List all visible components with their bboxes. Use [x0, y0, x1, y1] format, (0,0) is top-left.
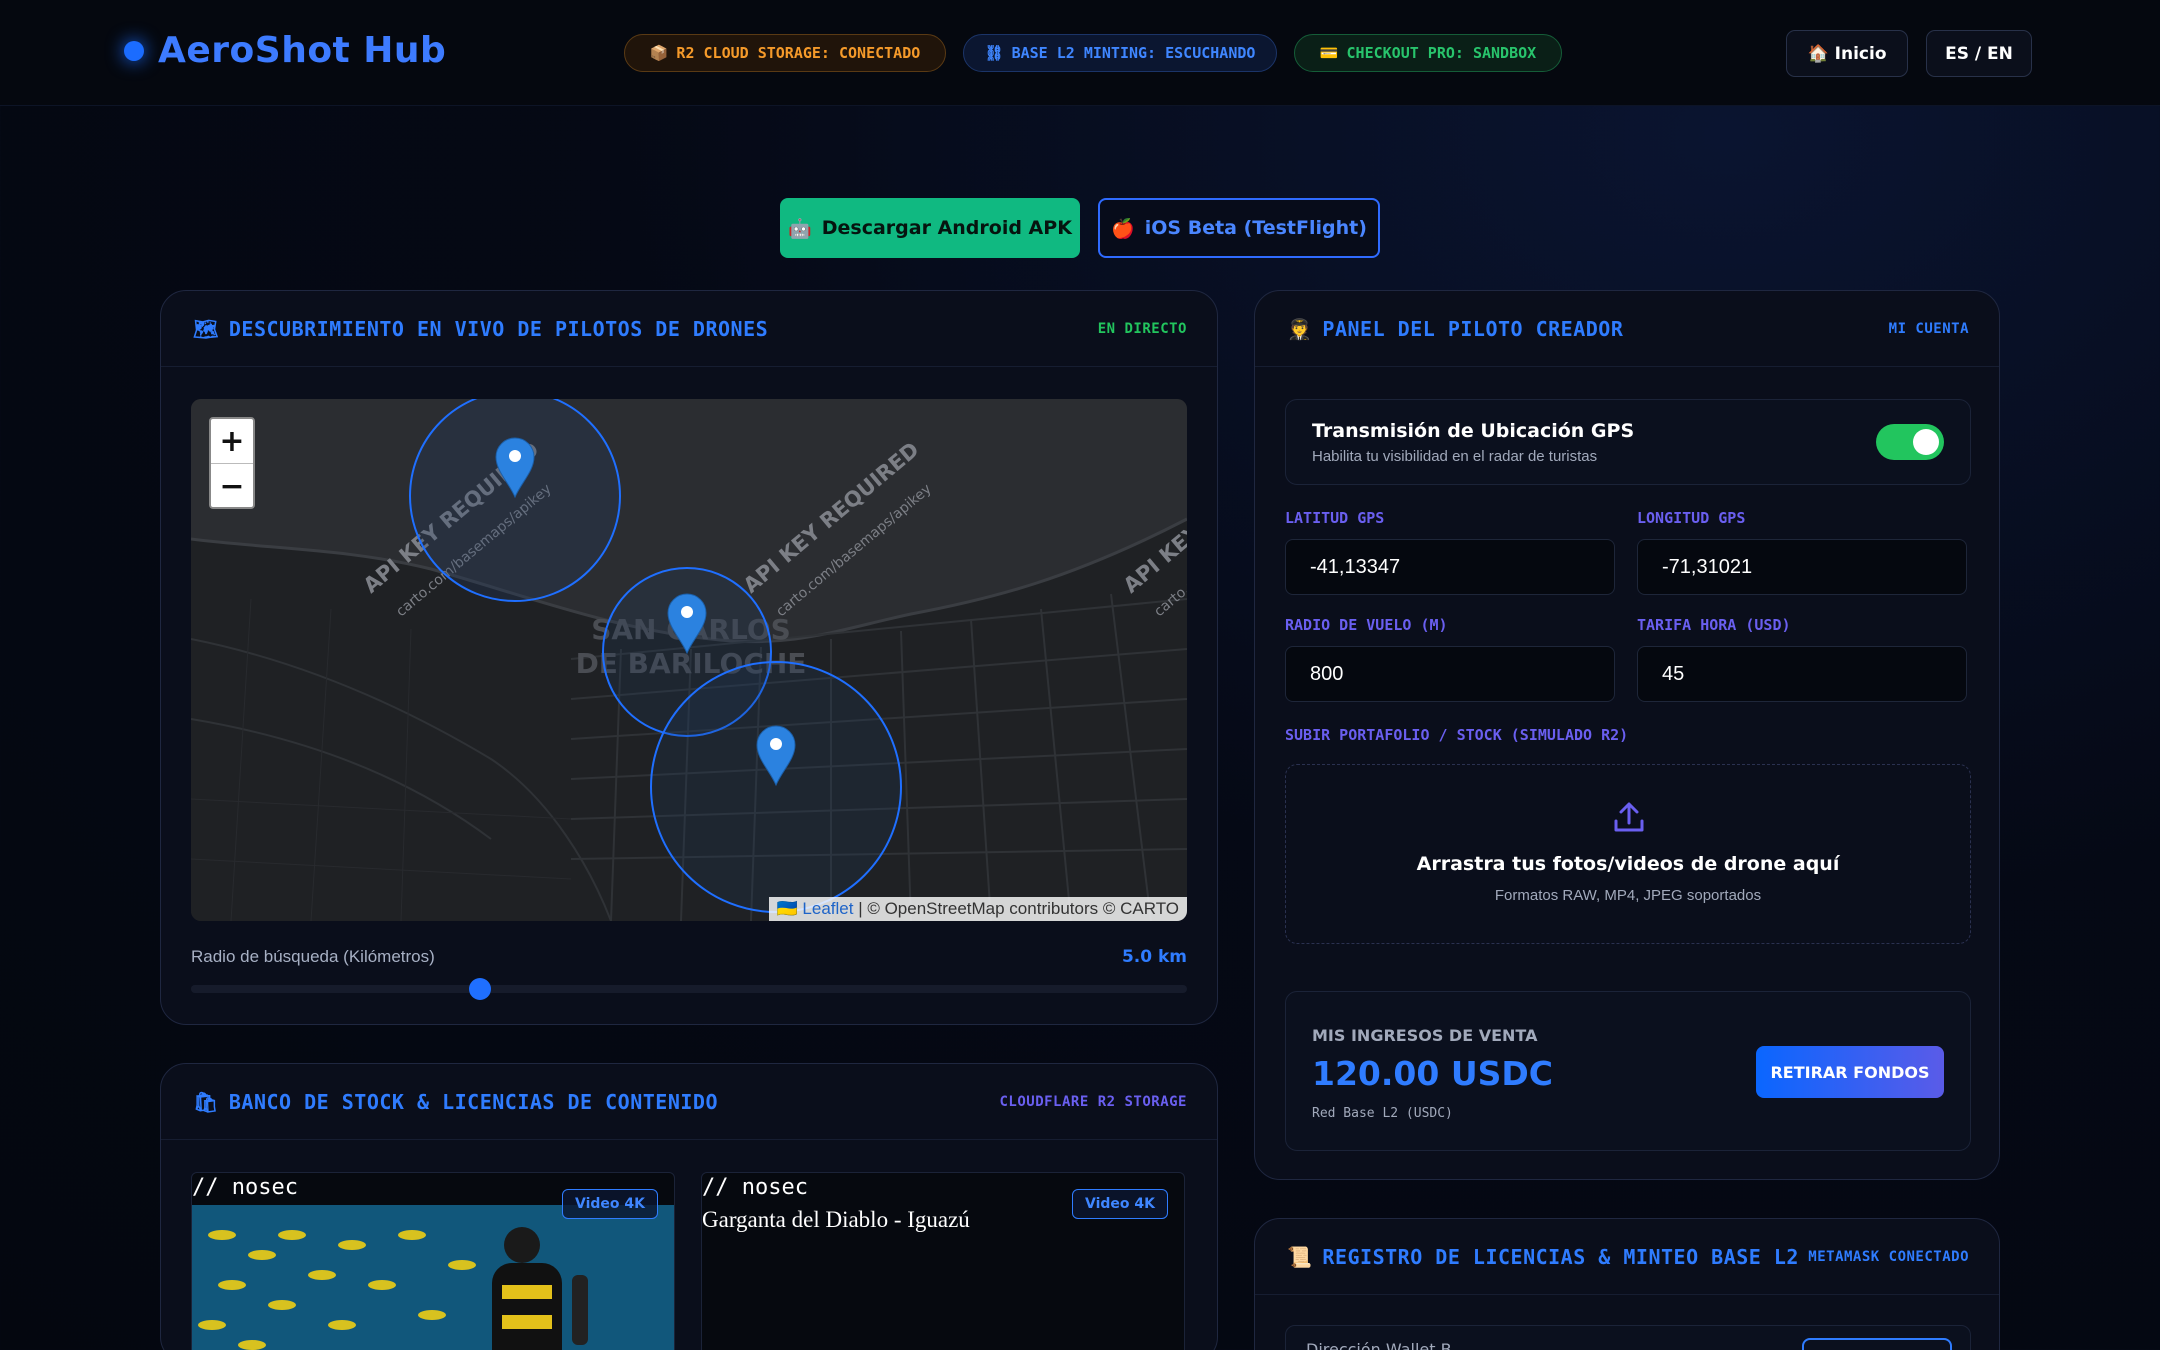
- home-button-label: Inicio: [1834, 43, 1887, 64]
- ios-beta-button[interactable]: 🍎 iOS Beta (TestFlight): [1098, 198, 1380, 258]
- panel-header: 🧑‍✈️ PANEL DEL PILOTO CREADOR MI CUENTA: [1255, 291, 1999, 367]
- stock-thumbnail: [192, 1205, 674, 1350]
- upload-subtitle: Formatos RAW, MP4, JPEG soportados: [1494, 887, 1762, 904]
- card-icon: 💳: [1319, 44, 1339, 62]
- income-value: 120.00 USDC: [1312, 1054, 1554, 1093]
- radius-slider[interactable]: [191, 978, 1187, 1000]
- pilot-panel: 🧑‍✈️ PANEL DEL PILOTO CREADOR MI CUENTA …: [1254, 290, 2000, 1180]
- radius-slider-fill: [191, 985, 480, 993]
- longitude-label: LONGITUD GPS: [1637, 509, 1746, 527]
- panel-title: 🛍 BANCO DE STOCK & LICENCIAS DE CONTENID…: [193, 1090, 718, 1114]
- status-pill-base-l2: ⛓ BASE L2 MINTING: ESCUCHANDO: [963, 34, 1277, 72]
- robot-icon: 🤖: [788, 217, 812, 240]
- panel-title: 🗺 DESCUBRIMIENTO EN VIVO DE PILOTOS DE D…: [193, 317, 768, 341]
- panel-title-text: BANCO DE STOCK & LICENCIAS DE CONTENIDO: [228, 1090, 718, 1114]
- panel-title-text: PANEL DEL PILOTO CREADOR: [1322, 317, 1624, 341]
- longitude-input[interactable]: -71,31021: [1637, 539, 1967, 595]
- radius-slider-value: 5.0 km: [1121, 947, 1187, 967]
- house-icon: 🏠: [1807, 43, 1829, 64]
- video-4k-badge: Video 4K: [1072, 1189, 1168, 1219]
- flight-radius-input[interactable]: 800: [1285, 646, 1615, 702]
- panel-title-text: REGISTRO DE LICENCIAS & MINTEO BASE L2: [1322, 1245, 1799, 1269]
- stock-code-label: // nosec: [192, 1175, 298, 1200]
- leaflet-link[interactable]: 🇺🇦 Leaflet: [777, 899, 854, 918]
- drone-discovery-panel: 🗺 DESCUBRIMIENTO EN VIVO DE PILOTOS DE D…: [160, 290, 1218, 1025]
- gps-subtitle: Habilita tu visibilidad en el radar de t…: [1312, 448, 1598, 465]
- registry-action-button[interactable]: [1802, 1338, 1952, 1350]
- radius-slider-label: Radio de búsqueda (Kilómetros): [191, 947, 435, 966]
- wallet-address-row: Dirección Wallet B...: [1285, 1325, 1971, 1350]
- upload-dropzone[interactable]: Arrastra tus fotos/videos de drone aquí …: [1285, 764, 1971, 944]
- latitude-input[interactable]: -41,13347: [1285, 539, 1615, 595]
- income-card: MIS INGRESOS DE VENTA 120.00 USDC Red Ba…: [1285, 991, 1971, 1151]
- apple-icon: 🍎: [1111, 217, 1135, 240]
- brand-title: AeroShot Hub: [158, 30, 447, 71]
- stock-code-label: // nosec: [702, 1175, 808, 1200]
- latitude-label: LATITUD GPS: [1285, 509, 1385, 527]
- income-network: Red Base L2 (USDC): [1312, 1106, 1453, 1121]
- download-android-button[interactable]: 🤖 Descargar Android APK: [780, 198, 1080, 258]
- panel-header: 🗺 DESCUBRIMIENTO EN VIVO DE PILOTOS DE D…: [161, 291, 1217, 367]
- stock-bank-panel: 🛍 BANCO DE STOCK & LICENCIAS DE CONTENID…: [160, 1063, 1218, 1350]
- map-icon: 🗺: [193, 317, 219, 341]
- home-button[interactable]: 🏠 Inicio: [1786, 30, 1908, 77]
- package-icon: 📦: [649, 44, 669, 62]
- panel-title: 🧑‍✈️ PANEL DEL PILOTO CREADOR: [1287, 317, 1623, 341]
- chain-icon: ⛓: [984, 44, 1004, 62]
- video-4k-badge: Video 4K: [562, 1189, 658, 1219]
- upload-label: SUBIR PORTAFOLIO / STOCK (SIMULADO R2): [1285, 726, 1629, 744]
- panel-title: 📜 REGISTRO DE LICENCIAS & MINTEO BASE L2: [1287, 1245, 1799, 1269]
- panel-header: 📜 REGISTRO DE LICENCIAS & MINTEO BASE L2…: [1255, 1219, 1999, 1295]
- toggle-knob: [1913, 429, 1939, 455]
- radius-slider-thumb[interactable]: [469, 978, 491, 1000]
- withdraw-funds-button[interactable]: RETIRAR FONDOS: [1756, 1046, 1944, 1098]
- panel-title-text: DESCUBRIMIENTO EN VIVO DE PILOTOS DE DRO…: [228, 317, 769, 341]
- broken-image-alt: Garganta del Diablo - Iguazú: [702, 1207, 970, 1232]
- zoom-in-button[interactable]: +: [211, 419, 253, 464]
- my-account-link[interactable]: MI CUENTA: [1889, 321, 1969, 337]
- language-toggle-button[interactable]: ES / EN: [1926, 30, 2032, 77]
- hourly-rate-input[interactable]: 45: [1637, 646, 1967, 702]
- ios-beta-label: iOS Beta (TestFlight): [1144, 217, 1367, 239]
- storage-badge: CLOUDFLARE R2 STORAGE: [999, 1094, 1187, 1110]
- zoom-out-button[interactable]: −: [211, 464, 253, 509]
- map-attribution: 🇺🇦 Leaflet | © OpenStreetMap contributor…: [768, 897, 1187, 921]
- stock-item[interactable]: // nosec Garganta del Diablo - Iguazú Vi…: [701, 1172, 1185, 1350]
- top-navbar: AeroShot Hub 📦 R2 CLOUD STORAGE: CONECTA…: [0, 0, 2160, 106]
- brand[interactable]: AeroShot Hub: [124, 30, 446, 71]
- status-pill-label: BASE L2 MINTING: ESCUCHANDO: [1011, 44, 1256, 62]
- income-label: MIS INGRESOS DE VENTA: [1312, 1026, 1538, 1045]
- stock-item[interactable]: // nosec Video 4K: [191, 1172, 675, 1350]
- upload-icon: [1614, 802, 1644, 832]
- live-badge: EN DIRECTO: [1097, 321, 1187, 337]
- gps-toggle[interactable]: [1876, 424, 1944, 460]
- hourly-rate-label: TARIFA HORA (USD): [1637, 616, 1791, 634]
- download-android-label: Descargar Android APK: [821, 217, 1072, 239]
- live-map[interactable]: SAN CARLOS DE BARILOCHE API KEY REQUIRED…: [191, 399, 1187, 921]
- pilot-icon: 🧑‍✈️: [1287, 317, 1313, 341]
- gps-broadcast-card: Transmisión de Ubicación GPS Habilita tu…: [1285, 399, 1971, 485]
- wallet-address-label: Dirección Wallet B...: [1306, 1340, 1467, 1350]
- attribution-text: | © OpenStreetMap contributors © CARTO: [858, 899, 1179, 918]
- brand-dot-icon: [124, 40, 144, 61]
- scroll-icon: 📜: [1287, 1245, 1313, 1269]
- map-tiles: SAN CARLOS DE BARILOCHE API KEY REQUIRED…: [191, 399, 1187, 921]
- metamask-status: METAMASK CONECTADO: [1808, 1249, 1969, 1265]
- diver-fish-image: [192, 1205, 674, 1350]
- license-registry-panel: 📜 REGISTRO DE LICENCIAS & MINTEO BASE L2…: [1254, 1218, 2000, 1350]
- zoom-controls: + −: [209, 417, 255, 509]
- status-pill-label: CHECKOUT PRO: SANDBOX: [1346, 44, 1537, 62]
- shopping-bag-icon: 🛍: [193, 1090, 219, 1114]
- flight-radius-label: RADIO DE VUELO (M): [1285, 616, 1448, 634]
- stock-thumbnail: Garganta del Diablo - Iguazú: [702, 1205, 1184, 1350]
- status-pill-r2: 📦 R2 CLOUD STORAGE: CONECTADO: [624, 34, 946, 72]
- status-pill-checkout: 💳 CHECKOUT PRO: SANDBOX: [1294, 34, 1562, 72]
- status-pill-label: R2 CLOUD STORAGE: CONECTADO: [676, 44, 921, 62]
- gps-title: Transmisión de Ubicación GPS: [1312, 420, 1635, 442]
- panel-header: 🛍 BANCO DE STOCK & LICENCIAS DE CONTENID…: [161, 1064, 1217, 1140]
- upload-title: Arrastra tus fotos/videos de drone aquí: [1416, 853, 1840, 875]
